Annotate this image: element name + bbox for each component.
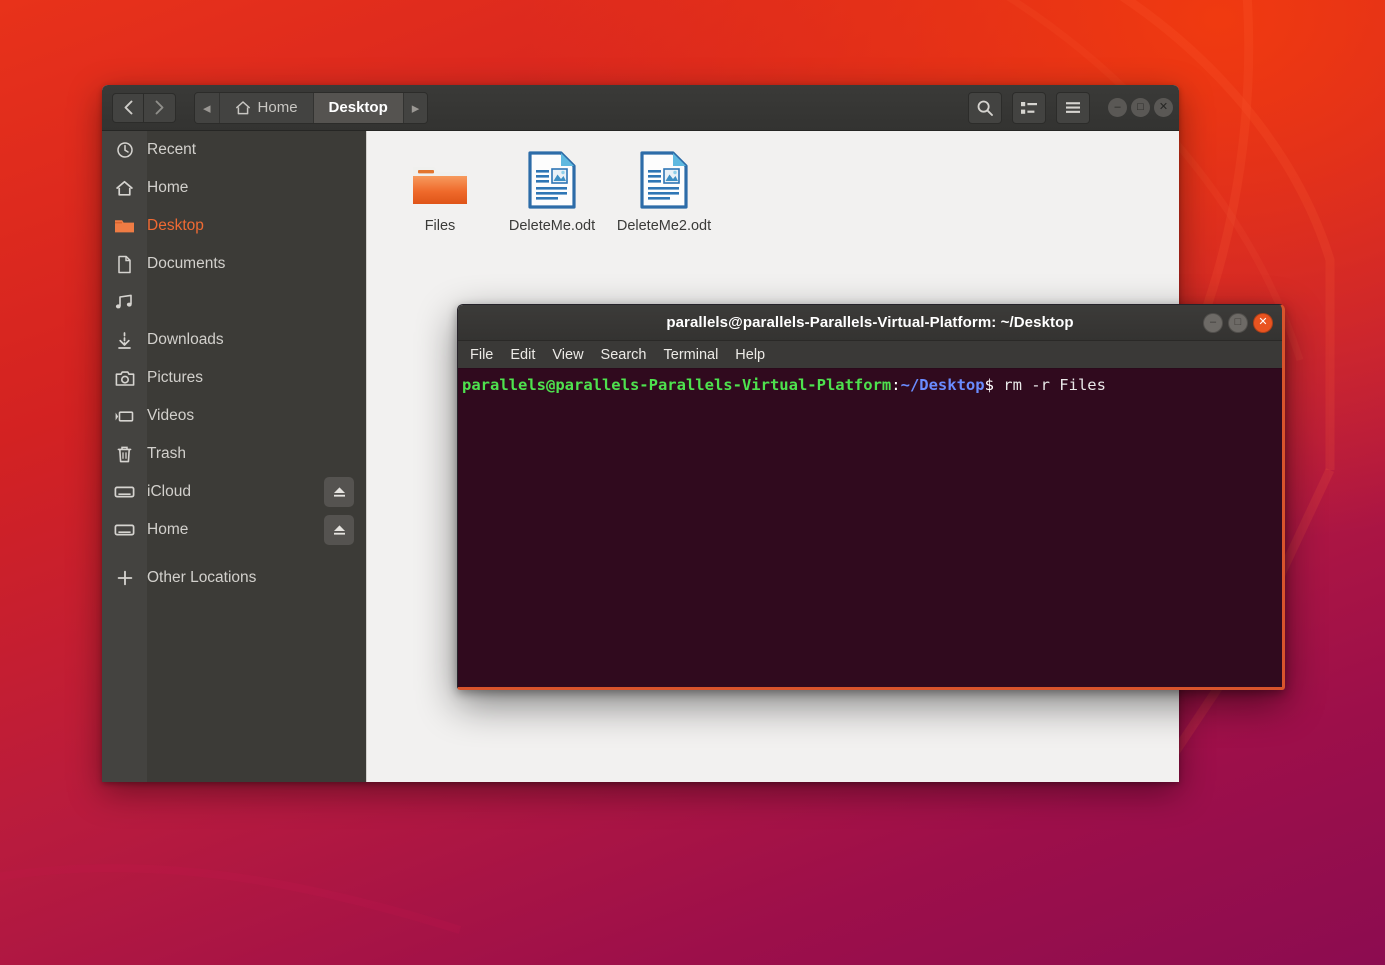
sidebar-separator <box>102 549 366 559</box>
sidebar-item-desktop[interactable]: Desktop <box>102 207 366 245</box>
sidebar-item-label: iCloud <box>147 483 324 501</box>
sidebar-item-label: Home <box>147 521 324 539</box>
file-manager-window-controls: – □ ✕ <box>1108 98 1173 117</box>
file-manager-headerbar: ◂ Home Desktop ▸ <box>102 85 1179 131</box>
terminal-prompt-user: parallels@parallels-Parallels-Virtual-Pl… <box>462 376 891 394</box>
close-button[interactable]: ✕ <box>1253 313 1273 333</box>
view-list-button[interactable] <box>1012 92 1046 124</box>
menu-item-file[interactable]: File <box>470 347 493 363</box>
sidebar-item-home-drive[interactable]: Home <box>102 511 366 549</box>
terminal-prompt-path: ~/Desktop <box>901 376 985 394</box>
breadcrumb-item-home[interactable]: Home <box>220 93 314 123</box>
music-icon <box>102 293 147 311</box>
sidebar-item-label: Downloads <box>147 331 366 349</box>
navigation-buttons <box>112 93 176 123</box>
search-button[interactable] <box>968 92 1002 124</box>
sidebar-item-label: Desktop <box>147 217 366 235</box>
minimize-button[interactable]: – <box>1203 313 1223 333</box>
headerbar-right-controls: – □ ✕ <box>968 92 1173 124</box>
breadcrumb-scroll-right[interactable]: ▸ <box>404 93 428 123</box>
terminal-window[interactable]: parallels@parallels-Parallels-Virtual-Pl… <box>457 304 1285 690</box>
eject-icon <box>332 523 347 537</box>
sidebar-item-label: Other Locations <box>147 569 366 587</box>
sidebar-item-recent[interactable]: Recent <box>102 131 366 169</box>
folder-icon <box>102 217 147 235</box>
maximize-button[interactable]: □ <box>1228 313 1248 333</box>
menu-item-view[interactable]: View <box>552 347 583 363</box>
forward-button[interactable] <box>144 93 176 123</box>
breadcrumb-item-desktop[interactable]: Desktop <box>314 93 404 123</box>
drive-icon <box>102 523 147 537</box>
eject-icon <box>332 485 347 499</box>
clock-icon <box>102 141 147 159</box>
video-icon <box>102 409 147 424</box>
file-item-label: Files <box>425 217 456 236</box>
drive-icon <box>102 485 147 499</box>
maximize-button[interactable]: □ <box>1131 98 1150 117</box>
minimize-button[interactable]: – <box>1108 98 1127 117</box>
sidebar-item-label: Videos <box>147 407 366 425</box>
plus-icon <box>102 569 147 587</box>
terminal-window-controls: – □ ✕ <box>1203 313 1273 333</box>
eject-button-home[interactable] <box>324 515 354 545</box>
breadcrumb-scroll-left[interactable]: ◂ <box>195 93 220 123</box>
file-item-document[interactable]: DeleteMe2.odt <box>609 145 719 236</box>
menu-item-terminal[interactable]: Terminal <box>664 347 719 363</box>
home-icon <box>235 100 251 116</box>
home-icon <box>102 179 147 198</box>
sidebar-item-label: Home <box>147 179 366 197</box>
terminal-menubar: File Edit View Search Terminal Help <box>458 341 1282 369</box>
sidebar-item-home[interactable]: Home <box>102 169 366 207</box>
document-odt-icon <box>637 151 691 209</box>
sidebar-item-trash[interactable]: Trash <box>102 435 366 473</box>
terminal-prompt-colon: : <box>891 376 900 394</box>
menu-button[interactable] <box>1056 92 1090 124</box>
sidebar-item-label: Trash <box>147 445 366 463</box>
breadcrumb-home-label: Home <box>258 99 298 116</box>
sidebar-item-icloud[interactable]: iCloud <box>102 473 366 511</box>
terminal-title: parallels@parallels-Parallels-Virtual-Pl… <box>458 314 1282 331</box>
breadcrumb: ◂ Home Desktop ▸ <box>194 92 428 124</box>
trash-icon <box>102 445 147 464</box>
eject-button-icloud[interactable] <box>324 477 354 507</box>
terminal-screen[interactable]: parallels@parallels-Parallels-Virtual-Pl… <box>458 369 1282 687</box>
menu-item-search[interactable]: Search <box>601 347 647 363</box>
document-odt-icon <box>525 151 579 209</box>
sidebar-item-other-locations[interactable]: Other Locations <box>102 559 366 597</box>
download-icon <box>102 331 147 350</box>
chevron-left-icon <box>123 100 134 115</box>
breadcrumb-desktop-label: Desktop <box>329 99 388 116</box>
terminal-prompt-dollar: $ <box>985 376 994 394</box>
close-button[interactable]: ✕ <box>1154 98 1173 117</box>
camera-icon <box>102 370 147 387</box>
file-item-document[interactable]: DeleteMe.odt <box>497 145 607 236</box>
menu-item-help[interactable]: Help <box>735 347 765 363</box>
sidebar: Recent Home <box>102 131 366 782</box>
sidebar-item-documents[interactable]: Documents <box>102 245 366 283</box>
chevron-right-icon <box>154 100 165 115</box>
sidebar-item-music[interactable] <box>102 283 366 321</box>
terminal-titlebar: parallels@parallels-Parallels-Virtual-Pl… <box>458 305 1282 341</box>
folder-icon <box>410 151 470 209</box>
sidebar-item-label: Recent <box>147 141 366 159</box>
sidebar-item-label: Pictures <box>147 369 366 387</box>
file-item-folder[interactable]: Files <box>385 145 495 236</box>
sidebar-item-videos[interactable]: Videos <box>102 397 366 435</box>
list-view-icon <box>1020 100 1038 116</box>
file-item-label: DeleteMe2.odt <box>617 217 711 236</box>
menu-item-edit[interactable]: Edit <box>510 347 535 363</box>
file-item-label: DeleteMe.odt <box>509 217 595 236</box>
sidebar-item-downloads[interactable]: Downloads <box>102 321 366 359</box>
search-icon <box>976 99 994 117</box>
back-button[interactable] <box>112 93 144 123</box>
document-icon <box>102 255 147 274</box>
sidebar-item-label: Documents <box>147 255 366 273</box>
hamburger-menu-icon <box>1064 100 1082 115</box>
terminal-command-text: rm -r Files <box>994 376 1106 394</box>
desktop-background: ◂ Home Desktop ▸ <box>0 0 1385 965</box>
sidebar-item-pictures[interactable]: Pictures <box>102 359 366 397</box>
